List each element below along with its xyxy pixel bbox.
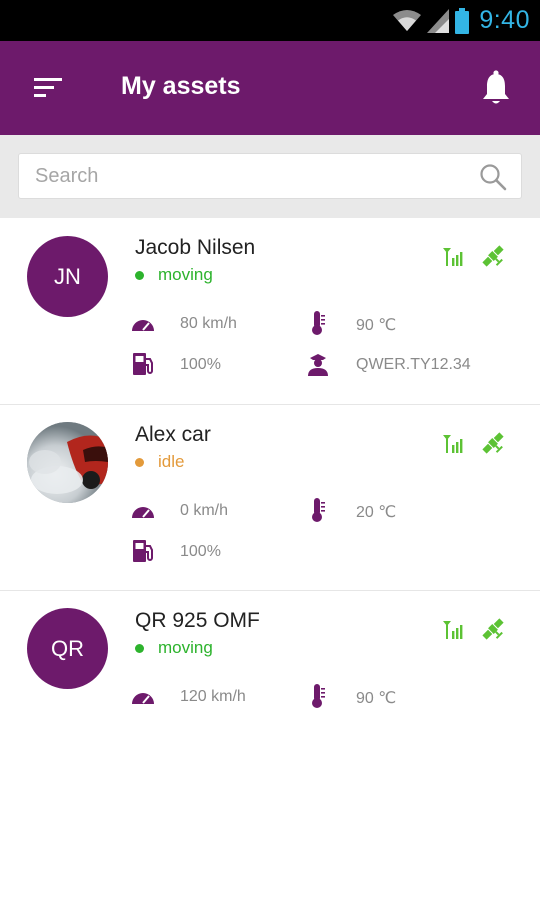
satellite-icon <box>482 245 504 267</box>
search-box <box>18 153 522 199</box>
status-label: moving <box>158 638 213 657</box>
status-icons: 9:40 <box>393 0 530 41</box>
satellite-icon <box>482 432 504 454</box>
search-bar <box>0 135 540 218</box>
status-dot <box>135 457 144 467</box>
status-label: moving <box>158 265 213 284</box>
wifi-icon <box>393 9 422 31</box>
car-photo-image <box>27 422 108 503</box>
status-dot <box>135 643 144 653</box>
thermometer-icon <box>312 684 325 708</box>
gsm-signal-icon <box>443 248 463 266</box>
fuel-value: 100% <box>180 356 221 373</box>
avatar-initials: JN <box>54 263 81 289</box>
temperature-value: 20 ℃ <box>356 504 397 521</box>
gsm-signal-icon <box>443 621 463 639</box>
driver-id-value: QWER.TY12.34 <box>356 356 471 373</box>
fuel-icon <box>133 353 153 375</box>
avatar-initials: QR <box>51 635 84 661</box>
avatar: QR <box>27 608 108 689</box>
battery-icon <box>455 7 470 34</box>
driver-icon <box>308 354 328 376</box>
menu-button[interactable] <box>28 73 68 105</box>
clock: 9:40 <box>479 6 530 34</box>
menu-icon <box>34 78 62 97</box>
asset-status: moving <box>135 638 213 658</box>
status-label: idle <box>158 452 185 471</box>
temperature-value: 90 ℃ <box>356 317 397 334</box>
asset-name: Alex car <box>135 423 211 446</box>
speed-value: 80 km/h <box>180 315 237 332</box>
notifications-button[interactable] <box>480 69 512 107</box>
cell-signal-icon <box>427 8 450 33</box>
asset-name: Jacob Nilsen <box>135 236 256 259</box>
asset-list-item[interactable]: QR QR 925 OMF moving 120 km/h 90 ℃ <box>0 591 540 731</box>
avatar-photo <box>27 422 108 503</box>
speed-value: 0 km/h <box>180 502 229 519</box>
app-bar: My assets <box>0 41 540 135</box>
search-input[interactable] <box>35 154 475 198</box>
page-title: My assets <box>121 72 241 100</box>
asset-status: moving <box>135 265 213 285</box>
avatar: JN <box>27 236 108 317</box>
temperature-value: 90 ℃ <box>356 690 397 707</box>
speedometer-icon <box>132 693 154 704</box>
thermometer-icon <box>312 311 325 335</box>
bell-icon <box>483 70 509 104</box>
status-bar: 9:40 <box>0 0 540 41</box>
search-icon[interactable] <box>479 163 507 191</box>
asset-list-item[interactable]: Alex car idle 0 km/h 20 ℃ 100% <box>0 405 540 591</box>
speedometer-icon <box>132 507 154 518</box>
fuel-icon <box>133 540 153 562</box>
speed-value: 120 km/h <box>180 688 246 705</box>
status-dot <box>135 270 144 280</box>
fuel-value: 100% <box>180 543 221 560</box>
thermometer-icon <box>312 498 325 522</box>
asset-status: idle <box>135 452 184 472</box>
gsm-signal-icon <box>443 435 463 453</box>
satellite-icon <box>482 618 504 640</box>
asset-list-item[interactable]: JN Jacob Nilsen moving 80 km/h 90 ℃ 100%… <box>0 218 540 405</box>
asset-name: QR 925 OMF <box>135 609 260 632</box>
speedometer-icon <box>132 320 154 331</box>
